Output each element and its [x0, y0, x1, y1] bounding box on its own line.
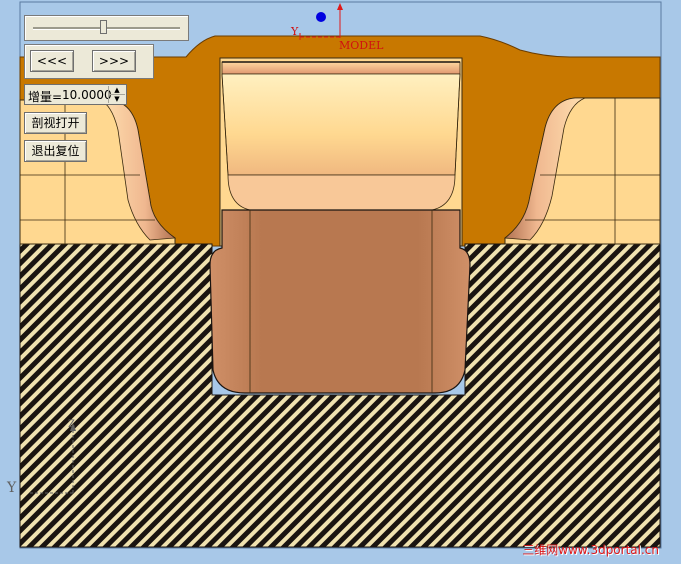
spin-up-icon[interactable]: ▲ [109, 86, 125, 95]
increment-value[interactable]: 10.0000 [62, 88, 112, 102]
increment-label: 增量= [28, 90, 63, 104]
exit-reset-button[interactable]: 退出复位 [24, 140, 87, 162]
center-pocket [209, 209, 471, 394]
spin-buttons[interactable]: ▲ ▼ [108, 86, 125, 103]
viewport[interactable]: Y MODEL Z Y <<< >>> 增量= 10.0000 ▲ ▼ 剖视打开… [0, 0, 681, 564]
spin-down-icon[interactable]: ▼ [109, 95, 125, 103]
view-y-label: Y [7, 480, 17, 496]
next-button[interactable]: >>> [92, 50, 136, 72]
step-slider[interactable] [24, 15, 189, 41]
model-axis-glyph [299, 3, 343, 40]
section-open-button[interactable]: 剖视打开 [24, 112, 87, 134]
nav-panel: <<< >>> [24, 44, 154, 79]
increment-spinbox[interactable]: 增量= 10.0000 ▲ ▼ [24, 84, 127, 105]
view-center-dot [316, 12, 326, 22]
slider-thumb[interactable] [100, 20, 108, 34]
prev-button[interactable]: <<< [30, 50, 74, 72]
model-label: MODEL [339, 39, 384, 52]
model-y-label: Y [291, 25, 299, 38]
watermark: 三维网www.3dportal.cn [522, 543, 659, 557]
view-z-label: Z [68, 419, 75, 430]
